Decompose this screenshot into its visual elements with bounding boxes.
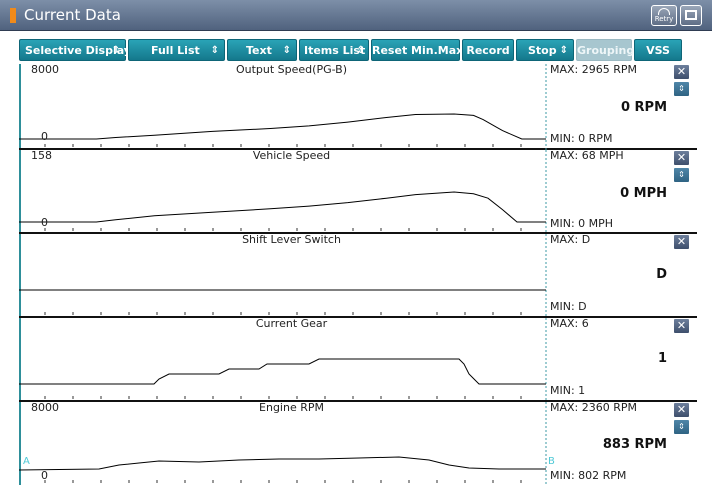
time-ticks (44, 144, 522, 147)
graph-panel-shift-lever-switch: Shift Lever Switch MAX: D D MIN: D ✕ (19, 233, 697, 318)
scale-zero-label: 0 (41, 469, 48, 482)
min-value: MIN: 0 RPM (550, 132, 613, 145)
close-icon[interactable]: ✕ (674, 235, 689, 249)
close-icon[interactable]: ✕ (674, 403, 689, 417)
toolbar: Selective Display ⇕ Full List ⇕ Text ⇕ Item… (0, 31, 712, 64)
scroll-arrows-icon[interactable]: ⇕ (674, 82, 689, 96)
window-button[interactable] (680, 5, 702, 26)
stop-button[interactable]: Stop ⇕ (516, 39, 574, 61)
updown-arrow-icon: ⇕ (559, 45, 568, 56)
updown-arrow-icon: ⇕ (282, 45, 291, 56)
current-value: 0 RPM (620, 100, 667, 115)
grouping-label: Grouping (577, 44, 635, 57)
graph-title: Shift Lever Switch (242, 233, 341, 246)
cursor-b-label: B (548, 456, 555, 467)
time-ticks (44, 396, 522, 399)
record-label: Record (466, 44, 510, 57)
time-ticks (44, 312, 522, 315)
full-list-button[interactable]: Full List ⇕ (128, 39, 225, 61)
selective-display-button[interactable]: Selective Display ⇕ (19, 39, 131, 61)
items-list-button[interactable]: Items List ⇕ (299, 39, 369, 61)
graph-panel-vehicle-speed: 158 Vehicle Speed 0 MAX: 68 MPH 0 MPH MI… (19, 149, 697, 234)
graph-title: Output Speed(PG-B) (235, 63, 348, 76)
scroll-arrows-icon[interactable]: ⇕ (674, 168, 689, 182)
vss-label: VSS (646, 44, 670, 57)
graph-title: Engine RPM (259, 401, 324, 414)
graph-panel-current-gear: Current Gear MAX: 6 1 MIN: 1 ✕ (19, 317, 697, 402)
min-value: MIN: D (550, 300, 587, 313)
current-data-window: Current Data Retry Selective Display ⇕ Fu… (0, 0, 712, 497)
close-icon[interactable]: ✕ (674, 319, 689, 333)
title-bar: Current Data Retry (0, 0, 712, 31)
scale-zero-label: 0 (41, 216, 48, 229)
output-speed-trace (19, 113, 546, 140)
reset-min-max-label: Reset Min.Max (372, 44, 464, 57)
updown-arrow-icon: ⇕ (356, 45, 365, 56)
text-label: Text (246, 44, 272, 57)
graph-title: Vehicle Speed (252, 149, 331, 162)
text-button[interactable]: Text ⇕ (227, 39, 297, 61)
vss-button[interactable]: VSS (634, 39, 682, 61)
max-value: MAX: D (550, 233, 591, 246)
current-value: D (656, 267, 667, 282)
vehicle-speed-trace (19, 191, 546, 223)
orange-bar-icon (10, 8, 16, 23)
retry-button[interactable]: Retry (651, 5, 677, 26)
reset-min-max-button[interactable]: Reset Min.Max (371, 39, 464, 61)
full-list-label: Full List (151, 44, 200, 57)
cursor-a-label: A (23, 456, 30, 467)
engine-rpm-trace (19, 456, 546, 471)
record-button[interactable]: Record (462, 39, 514, 61)
min-value: MIN: 1 (550, 384, 586, 397)
min-value: MIN: 802 RPM (550, 469, 627, 482)
close-icon[interactable]: ✕ (674, 65, 689, 79)
graph-panel-output-speed: 8000 Output Speed(PG-B) 0 MAX: 2965 RPM … (19, 63, 697, 150)
scroll-arrows-icon[interactable]: ⇕ (674, 420, 689, 434)
bottom-bar (0, 485, 712, 497)
scale-zero-label: 0 (41, 130, 48, 143)
window-title: Current Data (24, 6, 121, 24)
current-value: 883 RPM (602, 437, 667, 452)
current-value: 1 (657, 351, 667, 366)
graph-title: Current Gear (255, 317, 328, 330)
current-value: 0 MPH (620, 186, 667, 201)
graph-area: 8000 Output Speed(PG-B) 0 MAX: 2965 RPM … (19, 63, 697, 486)
max-value: MAX: 6 (550, 317, 589, 330)
retry-icon (658, 8, 670, 15)
max-value: MAX: 2360 RPM (550, 401, 638, 414)
min-value: MIN: 0 MPH (550, 217, 614, 230)
time-ticks (44, 228, 522, 231)
grouping-button[interactable]: Grouping (576, 39, 635, 61)
graph-panel-engine-rpm: 8000 Engine RPM 0 MAX: 2360 RPM 883 RPM … (19, 401, 697, 486)
stop-label: Stop (528, 44, 557, 57)
retry-label: Retry (654, 15, 674, 23)
updown-arrow-icon: ⇕ (210, 45, 219, 56)
window-icon (685, 10, 697, 20)
max-value: MAX: 68 MPH (550, 149, 624, 162)
max-value: MAX: 2965 RPM (550, 63, 638, 76)
time-ticks (44, 480, 522, 483)
current-gear-trace (19, 358, 546, 385)
close-icon[interactable]: ✕ (674, 151, 689, 165)
updown-arrow-icon: ⇕ (111, 45, 120, 56)
